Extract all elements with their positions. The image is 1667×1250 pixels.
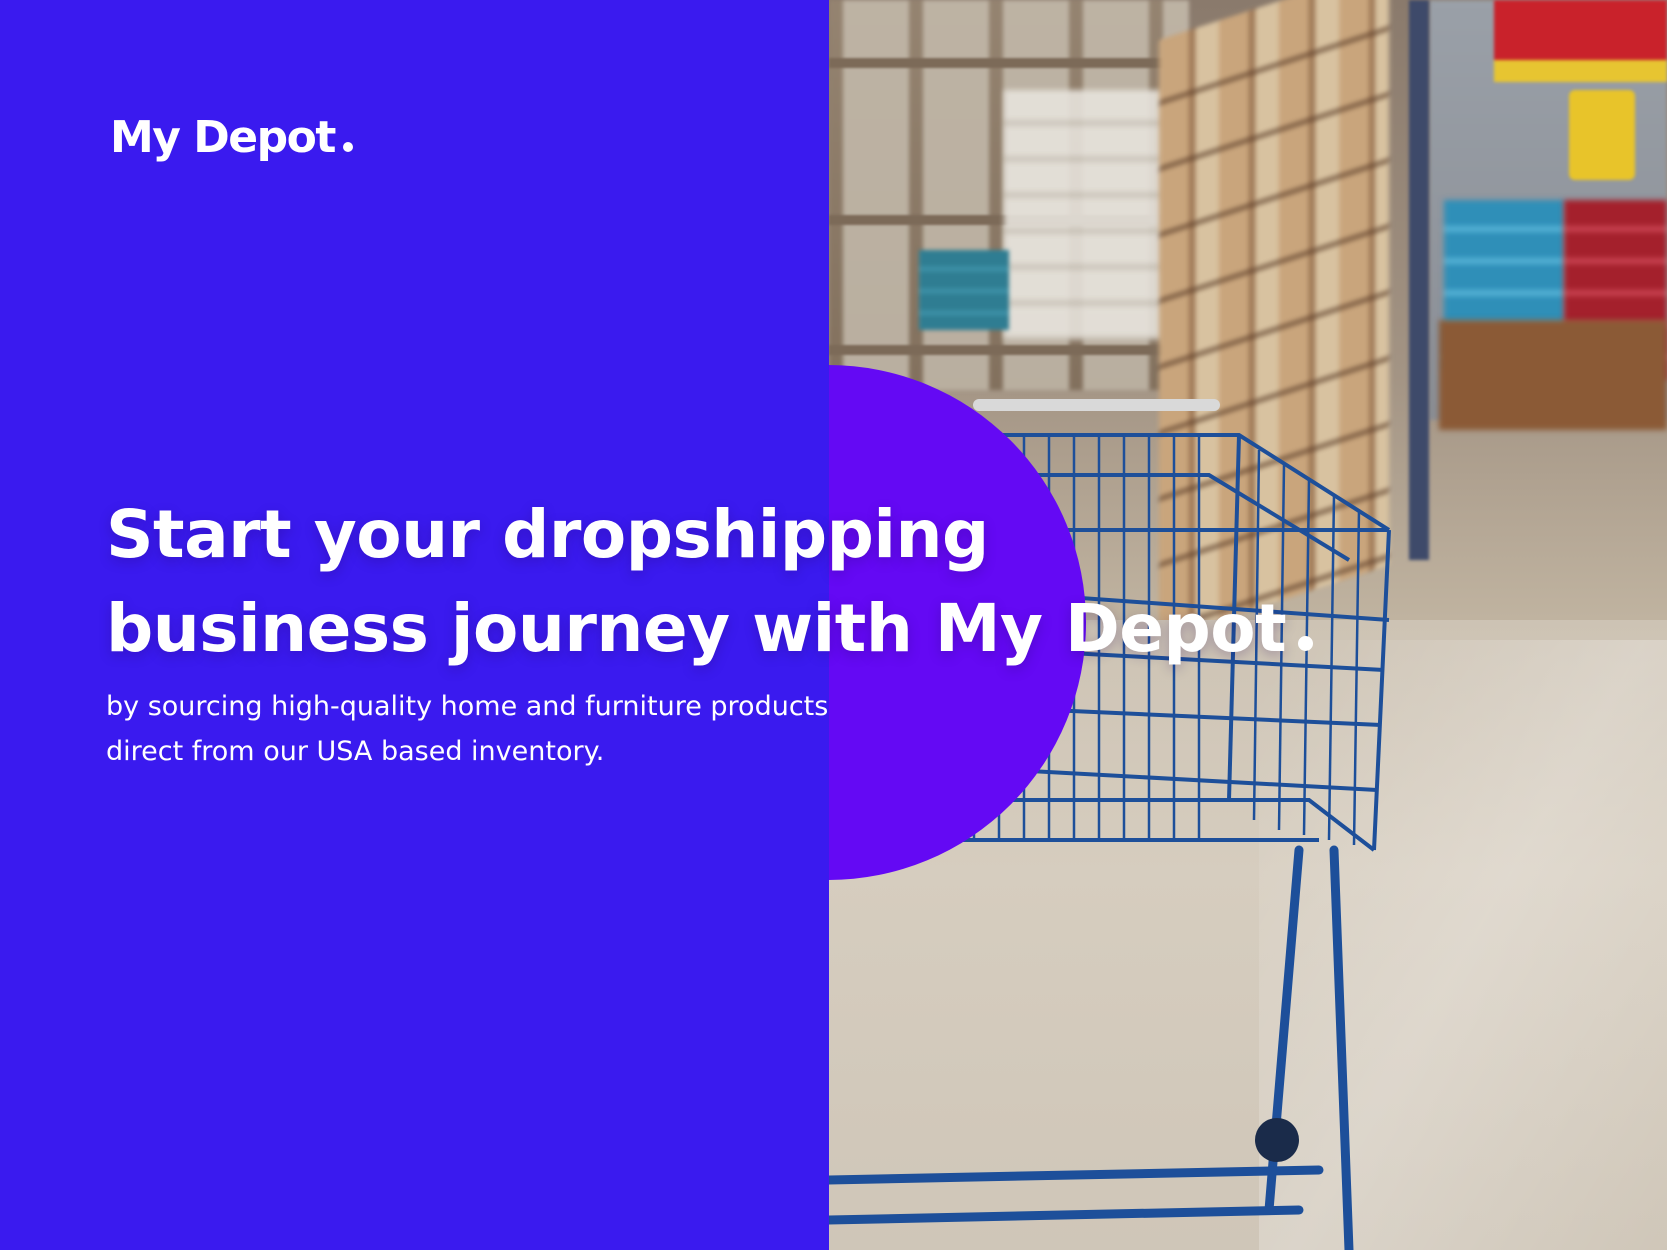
shelf-beam bbox=[829, 58, 1189, 68]
subtitle-line-2: direct from our USA based inventory. bbox=[106, 736, 605, 767]
cardboard-boxes bbox=[1439, 320, 1667, 430]
brand-logo[interactable]: My Depot bbox=[110, 112, 353, 163]
hero-headline: Start your dropshipping business journey… bbox=[106, 488, 1314, 676]
store-sign bbox=[1494, 0, 1667, 82]
subtitle-line-1: by sourcing high-quality home and furnit… bbox=[106, 691, 829, 722]
stacked-teal-boxes bbox=[919, 250, 1009, 330]
aisle-sign bbox=[1569, 90, 1635, 180]
headline-line-2-prefix: business journey with bbox=[106, 590, 913, 667]
headline-line-1: Start your dropshipping bbox=[106, 496, 989, 573]
headline-brand: My Depot bbox=[934, 582, 1314, 676]
hero-subtitle: by sourcing high-quality home and furnit… bbox=[106, 684, 828, 774]
headline-brand-text: My Depot bbox=[934, 590, 1287, 667]
logo-dot-icon bbox=[342, 142, 353, 152]
shelf-beam bbox=[829, 345, 1189, 355]
headline-line-2: business journey with My Depot bbox=[106, 582, 1314, 676]
stacked-white-boxes bbox=[1004, 90, 1174, 340]
logo-text: My Depot bbox=[110, 112, 336, 163]
brand-dot-icon bbox=[1298, 636, 1314, 651]
